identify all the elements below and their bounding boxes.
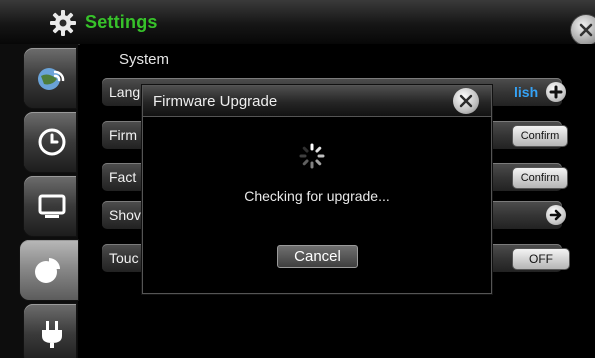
row-label: Touc xyxy=(109,250,139,266)
row-label: Firm xyxy=(109,127,137,143)
sidebar-item-network[interactable] xyxy=(24,48,76,108)
page-title: Settings xyxy=(85,12,158,32)
close-icon xyxy=(579,23,593,37)
language-value: lish xyxy=(514,84,539,100)
sidebar-item-clock[interactable] xyxy=(24,112,76,172)
add-button[interactable] xyxy=(546,82,566,102)
next-button[interactable] xyxy=(546,205,566,225)
touch-toggle[interactable]: OFF xyxy=(512,248,570,270)
dialog-title: Firmware Upgrade xyxy=(153,93,278,110)
status-message: Checking for upgrade... xyxy=(244,188,390,204)
firmware-confirm-button[interactable]: Confirm xyxy=(512,125,568,147)
close-button[interactable] xyxy=(571,15,595,45)
pie-chart-icon xyxy=(35,258,60,283)
sidebar-item-display[interactable] xyxy=(24,176,76,236)
plus-icon xyxy=(549,85,563,99)
clock-icon xyxy=(38,128,66,156)
dialog-header: Firmware Upgrade xyxy=(143,86,491,117)
row-label: Fact xyxy=(109,169,137,185)
network-icon xyxy=(38,68,65,90)
row-label: Lang xyxy=(109,84,141,100)
sidebar xyxy=(0,44,78,358)
title-bar: Settings xyxy=(0,0,595,45)
sidebar-item-power[interactable] xyxy=(24,304,76,358)
dialog-close-button[interactable] xyxy=(453,88,479,114)
gear-icon xyxy=(50,10,76,36)
factory-confirm-button[interactable]: Confirm xyxy=(512,167,568,189)
arrow-right-icon xyxy=(549,209,562,221)
close-icon xyxy=(459,94,473,108)
section-heading: System xyxy=(119,51,170,68)
row-label: Shov xyxy=(109,207,141,223)
loading-spinner-icon xyxy=(299,143,325,169)
settings-screen: Settings System Lang lish Firm Confirm F… xyxy=(0,0,595,358)
display-icon xyxy=(38,194,66,218)
cancel-button[interactable]: Cancel xyxy=(277,245,358,268)
power-plug-icon xyxy=(42,321,62,348)
firmware-upgrade-dialog: Firmware Upgrade Checking for upgrade...… xyxy=(142,85,492,294)
sidebar-item-pie-chart[interactable] xyxy=(20,240,78,300)
